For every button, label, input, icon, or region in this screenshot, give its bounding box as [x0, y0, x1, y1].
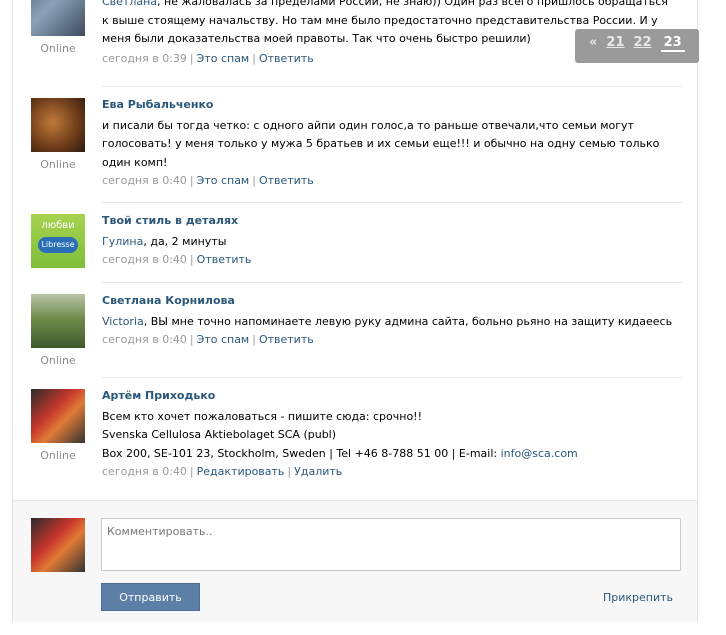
comment-line: Всем кто хочет пожаловаться - пишите сюд…	[102, 409, 423, 423]
divider	[101, 86, 682, 87]
reply-name-link[interactable]: Гулина	[102, 235, 143, 248]
comment-line: и писали бы тогда четко: с одного айпи о…	[102, 118, 634, 132]
page-link[interactable]: 22	[634, 35, 652, 50]
spam-link[interactable]: Это спам	[197, 52, 250, 65]
author-name[interactable]: Артём Приходько	[102, 387, 682, 406]
user-avatar[interactable]	[31, 389, 85, 443]
comment-line: меня были доказательства моей правоты. Т…	[102, 32, 531, 45]
reply-link[interactable]: Ответить	[259, 174, 314, 187]
prev-page-button[interactable]: «	[589, 35, 597, 50]
comment-time: сегодня в 0:40	[102, 333, 187, 346]
comment-text: и писали бы тогда четко: с одного айпи о…	[102, 117, 682, 173]
comment-meta: сегодня в 0:40 | Ответить	[102, 253, 252, 266]
comment-line: к выше стоящему начальству. Но там мне б…	[102, 13, 658, 27]
brand-avatar[interactable]: любви Libresse	[31, 214, 85, 268]
divider	[101, 282, 682, 283]
comment-text: Victoria, ВЫ мне точно напоминаете левую…	[102, 313, 682, 332]
comment-text: Гулина, да, 2 минуты	[102, 233, 682, 252]
attach-link[interactable]: Прикрепить	[603, 591, 673, 604]
delete-link[interactable]: Удалить	[294, 465, 342, 478]
current-user-avatar	[31, 518, 85, 572]
comment-line: , да, 2 минуты	[143, 234, 227, 248]
online-status: Online	[40, 354, 76, 367]
reply-link[interactable]: Ответить	[197, 253, 252, 266]
spam-link[interactable]: Это спам	[197, 333, 250, 346]
author-name[interactable]: Светлана Корнилова	[102, 292, 682, 311]
comment-input[interactable]: Комментировать..	[101, 518, 681, 571]
reply-link[interactable]: Ответить	[259, 333, 314, 346]
comment-time: сегодня в 0:39	[102, 51, 187, 65]
current-page[interactable]: 23	[660, 35, 685, 52]
comment-meta: сегодня в 0:40 | Это спам | Ответить	[102, 333, 314, 346]
comment-meta: сегодня в 0:40 | Редактировать | Удалить	[102, 465, 343, 478]
online-status: Online	[40, 158, 76, 171]
pagination: « 21 22 23	[575, 29, 699, 63]
user-avatar[interactable]	[31, 294, 85, 348]
edit-link[interactable]: Редактировать	[197, 465, 285, 478]
comment-time: сегодня в 0:40	[102, 465, 187, 478]
comment-text: Всем кто хочет пожаловаться - пишите сюд…	[102, 408, 682, 464]
user-avatar[interactable]	[31, 98, 85, 152]
spam-link[interactable]: Это спам	[197, 174, 250, 187]
comment-composer: Комментировать.. Отправить Прикрепить	[13, 500, 697, 622]
online-status: Online	[40, 449, 76, 462]
email-link[interactable]: info@sca.com	[501, 447, 578, 460]
reply-link[interactable]: Ответить	[259, 52, 314, 65]
comment-line: один комп!	[102, 155, 168, 169]
comment-meta: сегодня в 0:40 | Это спам | Ответить	[102, 174, 314, 187]
online-status: Online	[40, 42, 76, 55]
reply-name-link[interactable]: Victoria	[102, 315, 144, 328]
comment-line: Box 200, SE-101 23, Stockholm, Sweden | …	[102, 446, 501, 460]
comment-line: Svenska Cellulosa Aktiebolaget SCA (publ…	[102, 428, 337, 441]
divider	[101, 377, 682, 378]
divider	[101, 202, 682, 203]
avatar-caption: любви	[41, 220, 75, 231]
comment-time: сегодня в 0:40	[102, 253, 187, 266]
user-avatar[interactable]	[31, 0, 85, 36]
comment-line: голосовать! у меня только у мужа 5 брать…	[102, 137, 660, 150]
send-button[interactable]: Отправить	[101, 583, 200, 611]
comments-wall: Online Светлана, не жаловалась за предел…	[12, 0, 698, 622]
comment-line: , ВЫ мне точно напоминаете левую руку ад…	[143, 314, 673, 328]
author-name[interactable]: Ева Рыбальченко	[102, 96, 682, 115]
page-link[interactable]: 21	[606, 35, 624, 50]
libresse-logo: Libresse	[38, 237, 78, 253]
author-name[interactable]: Твой стиль в деталях	[102, 212, 682, 231]
comment-time: сегодня в 0:40	[102, 174, 187, 187]
reply-name-link[interactable]: Светлана	[102, 0, 157, 8]
